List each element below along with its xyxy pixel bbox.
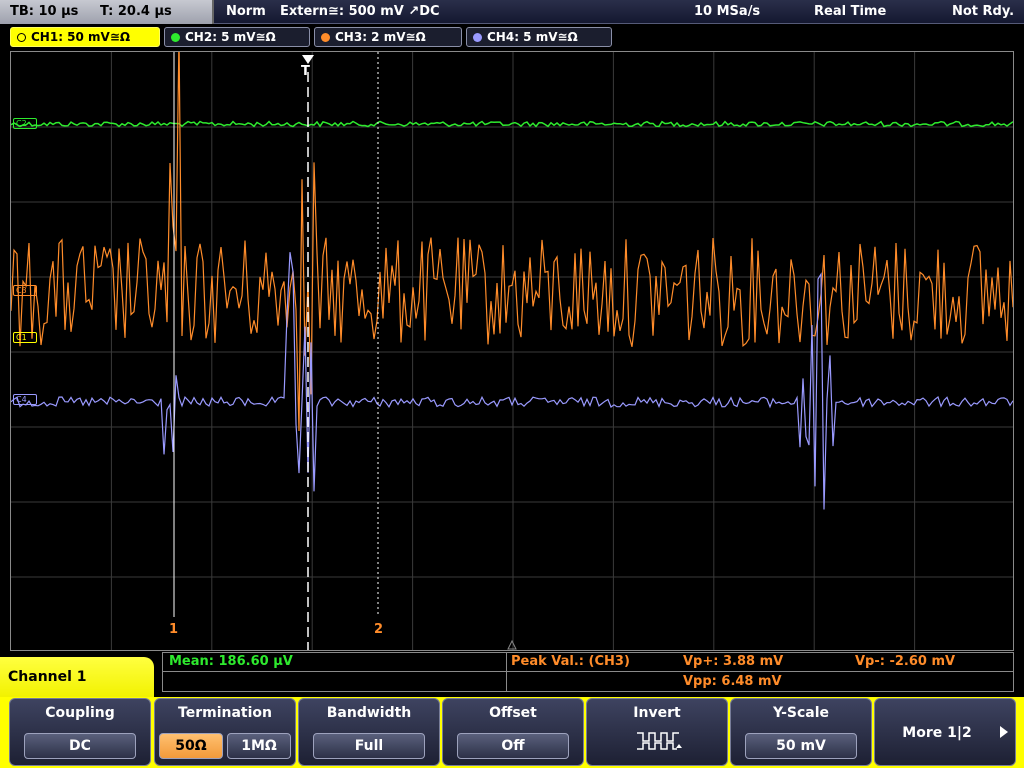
coupling-value[interactable]: DC — [24, 733, 136, 759]
y-scale-label: Y-Scale — [772, 705, 829, 721]
ch2-ground-marker[interactable]: C2 — [13, 118, 37, 129]
bandwidth-label: Bandwidth — [326, 705, 412, 721]
waveform-display[interactable]: T 1 2 C2 C3 C1 C4 — [10, 51, 1014, 651]
meas-divider — [163, 671, 1013, 672]
ch2-label: CH2: 5 mV≅Ω — [185, 30, 276, 44]
center-marker-icon — [507, 639, 517, 650]
more-softkey[interactable]: More 1|2 — [874, 698, 1016, 766]
termination-1mohm-option[interactable]: 1MΩ — [227, 733, 291, 759]
more-label: More 1|2 — [902, 725, 972, 741]
acquisition-mode: Real Time — [814, 4, 887, 19]
termination-softkey[interactable]: Termination 50Ω 1MΩ — [154, 698, 296, 766]
trigger-marker-label: T — [301, 64, 310, 79]
invert-softkey[interactable]: Invert — [586, 698, 728, 766]
tab-ch3[interactable]: CH3: 2 mV≅Ω — [314, 27, 462, 47]
cursor-2-label: 2 — [374, 622, 384, 637]
invert-label: Invert — [633, 705, 681, 721]
cursor-1-label: 1 — [169, 622, 179, 637]
coupling-label: Coupling — [45, 705, 115, 721]
ch4-ground-marker[interactable]: C4 — [13, 394, 37, 405]
softkey-bar: Coupling DC Termination 50Ω 1MΩ Bandwidt… — [0, 697, 1024, 768]
ch2-indicator-icon — [171, 33, 180, 42]
menu-title-label: Channel 1 — [8, 669, 87, 685]
bandwidth-softkey[interactable]: Bandwidth Full — [298, 698, 440, 766]
status-bar: TB: 10 µs T: 20.4 µs Norm Extern≅: 500 m… — [0, 0, 1024, 24]
offset-softkey[interactable]: Offset Off — [442, 698, 584, 766]
trigger-source[interactable]: Extern≅: 500 mV ↗DC — [280, 4, 440, 19]
invert-square-wave-icon — [637, 732, 682, 750]
arrow-right-icon — [1000, 726, 1008, 738]
vpp-readout: Vpp: 6.48 mV — [683, 674, 782, 689]
ready-state: Not Rdy. — [952, 4, 1015, 19]
ch3-ground-marker[interactable]: C3 — [13, 285, 37, 296]
tab-ch2[interactable]: CH2: 5 mV≅Ω — [164, 27, 310, 47]
waveform-svg — [11, 52, 1013, 650]
vp-plus-readout: Vp+: 3.88 mV — [683, 654, 784, 669]
ch4-trace — [11, 252, 1013, 510]
coupling-softkey[interactable]: Coupling DC — [9, 698, 151, 766]
sample-rate: 10 MSa/s — [694, 4, 761, 19]
offset-label: Offset — [489, 705, 537, 721]
offset-value[interactable]: Off — [457, 733, 569, 759]
ch1-label: CH1: 50 mV≅Ω — [31, 30, 131, 44]
channel-tabs: CH1: 50 mV≅Ω CH2: 5 mV≅Ω CH3: 2 mV≅Ω CH4… — [0, 26, 1024, 48]
ch3-label: CH3: 2 mV≅Ω — [335, 30, 426, 44]
ch4-indicator-icon — [473, 33, 482, 42]
ch3-trace — [11, 52, 1013, 432]
timebase-readout: TB: 10 µs — [10, 4, 79, 19]
vp-minus-readout: Vp-: -2.60 mV — [855, 654, 956, 669]
ch3-indicator-icon — [321, 33, 330, 42]
y-scale-value[interactable]: 50 mV — [745, 733, 857, 759]
trigger-mode[interactable]: Norm — [226, 4, 266, 19]
bandwidth-value[interactable]: Full — [313, 733, 425, 759]
menu-title: Channel 1 — [0, 657, 154, 697]
trigger-position-readout: T: 20.4 µs — [100, 4, 172, 19]
ch1-ground-marker[interactable]: C1 — [13, 332, 37, 343]
ch2-trace — [11, 120, 1013, 128]
mean-readout: Mean: 186.60 µV — [169, 654, 293, 669]
meas-divider-vertical — [506, 653, 507, 691]
tab-ch4[interactable]: CH4: 5 mV≅Ω — [466, 27, 612, 47]
timebase-box[interactable]: TB: 10 µs T: 20.4 µs — [0, 0, 214, 24]
ch1-indicator-icon — [17, 33, 26, 42]
peak-title: Peak Val.: (CH3) — [511, 654, 630, 669]
tab-ch1[interactable]: CH1: 50 mV≅Ω — [10, 27, 160, 47]
y-scale-softkey[interactable]: Y-Scale 50 mV — [730, 698, 872, 766]
termination-label: Termination — [178, 705, 272, 721]
graticule — [11, 52, 1013, 650]
measurement-panel: Mean: 186.60 µV Peak Val.: (CH3) Vp+: 3.… — [162, 652, 1014, 692]
ch4-label: CH4: 5 mV≅Ω — [487, 30, 578, 44]
termination-50ohm-option[interactable]: 50Ω — [159, 733, 223, 759]
